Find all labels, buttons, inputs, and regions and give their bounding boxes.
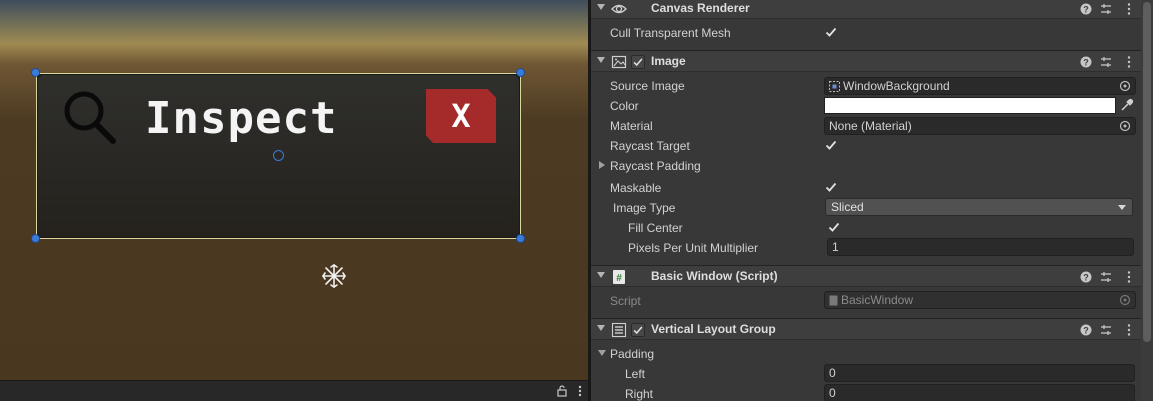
image-type-label: Image Type — [613, 201, 676, 215]
pixels-per-unit-label: Pixels Per Unit Multiplier — [628, 241, 759, 255]
presets-icon — [1101, 4, 1111, 14]
corner-handle-top-right[interactable] — [516, 68, 525, 77]
inspector-scrollbar[interactable] — [1141, 0, 1153, 401]
component-menu-icon — [1127, 56, 1131, 68]
chevron-down-icon — [1118, 205, 1126, 210]
component-title: Image — [651, 54, 686, 68]
header-tools: ? — [1080, 324, 1131, 336]
foldout-expanded-icon[interactable] — [598, 349, 606, 357]
header-tools: ? — [1080, 271, 1131, 283]
svg-text:?: ? — [1083, 326, 1089, 336]
foldout-arrow-icon[interactable] — [597, 325, 605, 331]
foldout-arrow-icon[interactable] — [597, 4, 605, 10]
inspector-panel: Canvas Renderer ? Cull Transparent Mesh … — [591, 0, 1153, 401]
scene-footer-bar — [0, 380, 588, 401]
material-label: Material — [610, 119, 653, 133]
color-label: Color — [610, 99, 639, 113]
header-tools: ? — [1080, 3, 1131, 15]
window-title: Inspect — [145, 93, 338, 144]
component-title: Basic Window (Script) — [651, 269, 778, 283]
cull-transparent-mesh-label: Cull Transparent Mesh — [610, 26, 731, 40]
image-icon — [611, 55, 627, 69]
object-picker-icon[interactable] — [1119, 120, 1131, 132]
corner-handle-top-left[interactable] — [31, 68, 40, 77]
svg-text:?: ? — [1083, 5, 1089, 15]
raycast-target-checkbox[interactable] — [824, 138, 838, 152]
pixels-per-unit-field[interactable]: 1 — [827, 238, 1134, 256]
fill-center-checkbox[interactable] — [827, 220, 841, 234]
help-icon: ? — [1080, 56, 1092, 68]
scene-view[interactable]: Inspect X — [0, 0, 588, 401]
source-image-field[interactable]: WindowBackground — [824, 77, 1136, 95]
raycast-target-label: Raycast Target — [610, 139, 690, 153]
pivot-handle[interactable] — [273, 150, 284, 161]
maskable-label: Maskable — [610, 181, 662, 195]
source-image-value: WindowBackground — [843, 79, 950, 93]
padding-label[interactable]: Padding — [610, 347, 654, 361]
image-header[interactable]: Image ? — [591, 50, 1141, 72]
component-menu-icon — [1127, 324, 1131, 336]
lock-icon[interactable] — [556, 385, 568, 397]
anchor-gizmo-icon[interactable] — [321, 263, 347, 289]
foldout-collapsed-icon[interactable] — [598, 161, 606, 169]
object-picker-icon[interactable] — [1119, 80, 1131, 92]
basic-window-header[interactable]: # Basic Window (Script) ? — [591, 265, 1141, 287]
help-icon: ? — [1080, 3, 1092, 15]
header-tools: ? — [1080, 56, 1131, 68]
sprite-icon — [829, 81, 840, 92]
canvas-renderer-header[interactable]: Canvas Renderer ? — [591, 0, 1141, 19]
cull-transparent-mesh-checkbox[interactable] — [824, 25, 838, 39]
eye-icon — [611, 4, 627, 14]
svg-text:#: # — [616, 273, 622, 284]
image-type-dropdown[interactable]: Sliced — [825, 198, 1133, 216]
script-field: BasicWindow — [824, 291, 1136, 309]
script-icon: # — [613, 270, 625, 284]
source-image-label: Source Image — [610, 79, 685, 93]
script-file-icon — [829, 295, 838, 306]
padding-left-field[interactable]: 0 — [824, 364, 1135, 382]
component-menu-icon — [1127, 3, 1131, 15]
help-icon: ? — [1080, 324, 1092, 336]
script-value: BasicWindow — [841, 293, 914, 307]
raycast-padding-label[interactable]: Raycast Padding — [610, 159, 701, 173]
help-icon: ? — [1080, 271, 1092, 283]
presets-icon — [1101, 272, 1111, 282]
vertical-layout-icon — [611, 322, 627, 338]
component-title: Canvas Renderer — [651, 1, 750, 15]
kebab-menu-icon[interactable] — [576, 384, 584, 398]
image-type-value: Sliced — [831, 200, 864, 214]
foldout-arrow-icon[interactable] — [597, 272, 605, 278]
component-menu-icon — [1127, 271, 1131, 283]
vertical-layout-group-header[interactable]: Vertical Layout Group ? — [591, 318, 1141, 340]
padding-right-label: Right — [625, 387, 654, 401]
svg-text:?: ? — [1083, 273, 1089, 283]
search-icon — [64, 91, 116, 144]
component-title: Vertical Layout Group — [651, 322, 776, 336]
material-value: None (Material) — [829, 119, 912, 133]
script-label: Script — [610, 294, 641, 308]
corner-handle-bottom-left[interactable] — [31, 234, 40, 243]
scrollbar-thumb[interactable] — [1143, 2, 1151, 342]
maskable-checkbox[interactable] — [824, 180, 838, 194]
close-button[interactable]: X — [426, 89, 496, 143]
image-enabled-checkbox[interactable] — [631, 55, 645, 69]
svg-text:?: ? — [1083, 58, 1089, 68]
corner-handle-bottom-right[interactable] — [516, 234, 525, 243]
color-swatch-field[interactable] — [824, 97, 1116, 114]
vertical-layout-enabled-checkbox[interactable] — [631, 323, 645, 337]
padding-right-field[interactable]: 0 — [824, 384, 1135, 401]
material-field[interactable]: None (Material) — [824, 117, 1136, 135]
presets-icon — [1101, 57, 1111, 67]
eyedropper-icon[interactable] — [1120, 98, 1134, 112]
fill-center-label: Fill Center — [628, 221, 683, 235]
presets-icon — [1101, 325, 1111, 335]
padding-left-label: Left — [625, 367, 646, 381]
object-picker-icon — [1119, 294, 1131, 306]
foldout-arrow-icon[interactable] — [597, 57, 605, 63]
